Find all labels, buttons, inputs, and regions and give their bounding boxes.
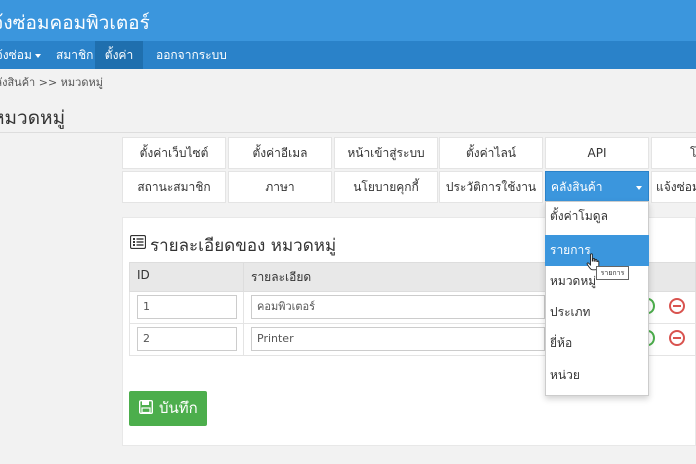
menu-item-units[interactable]: หน่วย xyxy=(545,360,649,391)
column-divider xyxy=(243,324,244,356)
nav-item-label: แจ้งซ่อม xyxy=(0,48,32,62)
panel-heading: รายละเอียดของ หมวดหมู่ xyxy=(150,232,336,259)
tile-website-settings[interactable]: ตั้งค่าเว็บไซต์ xyxy=(122,137,226,169)
tile-language[interactable]: ภาษา xyxy=(228,171,332,203)
remove-row-icon[interactable] xyxy=(669,298,685,314)
list-icon xyxy=(130,235,146,249)
panel-heading-text: รายละเอียดของ หมวดหมู่ xyxy=(150,236,337,256)
tile-cookie-policy[interactable]: นโยบายคุกกี้ xyxy=(334,171,438,203)
column-divider xyxy=(243,292,244,324)
menu-item-module-settings[interactable]: ตั้งค่าโมดูล xyxy=(545,201,649,232)
column-header-id: ID xyxy=(137,268,150,282)
nav-item-settings[interactable]: ตั้งค่า xyxy=(95,41,143,69)
tile-repair[interactable]: แจ้งซ่อม xyxy=(651,171,696,203)
column-header-detail: รายละเอียด xyxy=(251,270,312,284)
title-divider xyxy=(0,132,696,133)
menu-item-brands[interactable]: ยี่ห้อ xyxy=(545,328,649,359)
nav-item-repair[interactable]: แจ้งซ่อม xyxy=(0,41,47,69)
tile-member-status[interactable]: สถานะสมาชิก xyxy=(122,171,226,203)
tile-usage-history[interactable]: ประวัติการใช้งาน xyxy=(439,171,543,203)
remove-row-icon[interactable] xyxy=(669,330,685,346)
floppy-disk-icon xyxy=(139,400,153,414)
main-navbar: แจ้งซ่อม สมาชิก ตั้งค่า ออกจากระบบ xyxy=(0,41,696,69)
nav-item-members[interactable]: สมาชิก xyxy=(50,41,99,69)
tile-login-page[interactable]: หน้าเข้าสู่ระบบ xyxy=(334,137,438,169)
nav-item-label: ออกจากระบบ xyxy=(156,48,227,62)
column-divider xyxy=(243,262,244,292)
app-title[interactable]: แจ้งซ่อมคอมพิวเตอร์ xyxy=(0,8,150,38)
id-input[interactable]: 1 xyxy=(137,295,237,319)
tile-email-settings[interactable]: ตั้งค่าอีเมล xyxy=(228,137,332,169)
top-bar: แจ้งซ่อมคอมพิวเตอร์ xyxy=(0,0,696,41)
tile-modules[interactable]: โม xyxy=(651,137,696,169)
tile-inventory[interactable]: คลังสินค้า xyxy=(545,171,649,203)
tile-inventory-label: คลังสินค้า xyxy=(551,180,603,194)
nav-item-label: ตั้งค่า xyxy=(104,48,134,62)
nav-item-logout[interactable]: ออกจากระบบ xyxy=(150,41,233,69)
nav-item-label: สมาชิก xyxy=(56,48,94,62)
tile-api[interactable]: API xyxy=(545,137,649,169)
tooltip: รายการ xyxy=(596,266,629,280)
tile-line-settings[interactable]: ตั้งค่าไลน์ xyxy=(439,137,543,169)
caret-down-icon xyxy=(636,186,642,190)
id-input[interactable]: 2 xyxy=(137,327,237,351)
caret-down-icon xyxy=(34,53,41,58)
page-title: หมวดหมู่ xyxy=(0,107,66,129)
menu-item-types[interactable]: ประเภท xyxy=(545,297,649,328)
breadcrumb[interactable]: คลังสินค้า >> หมวดหมู่ xyxy=(0,73,103,91)
save-button-label: บันทึก xyxy=(159,399,198,417)
detail-input[interactable]: คอมพิวเตอร์ xyxy=(251,295,545,319)
detail-input[interactable]: Printer xyxy=(251,327,545,351)
